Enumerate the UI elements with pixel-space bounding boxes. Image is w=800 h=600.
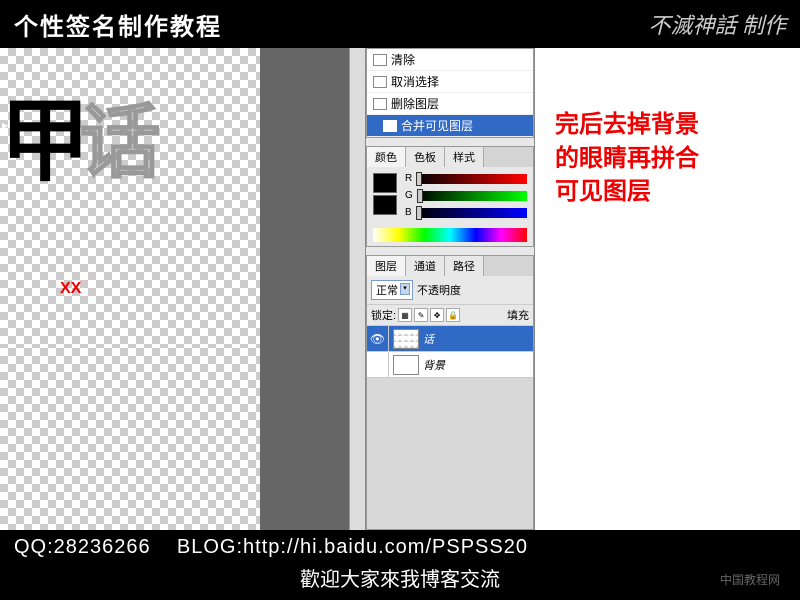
main-area: 甲 话 XX 清除 取消选择 删除图层 ▶ 合并可见图层 [0,48,800,530]
footer-bar: QQ:28236266 BLOG:http://hi.baidu.com/PSP… [0,530,800,600]
qq-number: 28236266 [54,536,151,558]
menu-label: 取消选择 [391,73,439,90]
canvas-empty-area [0,348,260,530]
color-body: R G B [367,167,533,224]
play-icon: ▶ [2,121,8,130]
layer-row[interactable]: 背景 [367,352,533,378]
slider-thumb[interactable] [417,189,423,203]
watermark: 中国教程网 [720,571,780,588]
background-swatch[interactable] [373,195,397,215]
layers-panel: 图层 通道 路径 正常 ▾ 不透明度 锁定: ▦ ✎ ✥ 🔒 填充 [366,255,534,530]
layer-name: 背景 [423,357,533,373]
chevron-down-icon: ▾ [400,283,410,295]
lock-move-icon[interactable]: ✥ [430,308,444,322]
blend-mode-select[interactable]: 正常 ▾ [371,280,413,300]
document-icon [373,54,387,66]
rgb-sliders: R G B [405,173,527,218]
blog-url: http://hi.baidu.com/PSPSS20 [243,536,528,558]
slider-r[interactable]: R [405,173,527,184]
color-panel-tabs: 颜色 色板 样式 [367,147,533,167]
menu-item-merge-visible[interactable]: ▶ 合并可见图层 [367,115,533,137]
opacity-label: 不透明度 [417,282,461,298]
slider-thumb[interactable] [416,206,422,220]
hue-spectrum[interactable] [373,228,527,242]
slider-track[interactable] [416,174,527,184]
tab-styles[interactable]: 样式 [445,147,484,167]
canvas[interactable]: 甲 话 XX [0,48,260,348]
slider-thumb[interactable] [416,172,422,186]
annotation-area: 完后去掉背景 的眼睛再拼合 可见图层 [535,48,800,530]
layer-list: 👁 话 背景 [367,326,533,529]
layer-thumbnail[interactable] [393,329,419,349]
foreground-swatch[interactable] [373,173,397,193]
tab-color[interactable]: 颜色 [367,147,406,167]
canvas-area: 甲 话 XX [0,48,365,530]
vertical-scrollbar[interactable] [349,48,365,530]
lock-controls: 锁定: ▦ ✎ ✥ 🔒 填充 [367,304,533,326]
menu-label: 清除 [391,51,415,68]
slider-track[interactable] [416,208,527,218]
annotation-line: 可见图层 [555,175,780,209]
artwork-glyph-2: 话 [80,78,160,194]
xx-marker: XX [60,280,81,298]
menu-label: 合并可见图层 [401,117,473,134]
panels-column: 清除 取消选择 删除图层 ▶ 合并可见图层 颜色 色板 样式 [365,48,535,530]
document-icon [373,76,387,88]
contact-line: QQ:28236266 BLOG:http://hi.baidu.com/PSP… [14,536,786,559]
lock-transparency-icon[interactable]: ▦ [398,308,412,322]
blog-label: BLOG: [177,536,243,558]
menu-item-deselect[interactable]: 取消选择 [367,71,533,93]
layer-row[interactable]: 👁 话 [367,326,533,352]
tab-swatches[interactable]: 色板 [406,147,445,167]
visibility-eye-icon[interactable] [367,352,389,377]
annotation-line: 的眼睛再拼合 [555,142,780,176]
menu-label: 删除图层 [391,95,439,112]
menu-item-clear[interactable]: 清除 [367,49,533,71]
lock-label: 锁定: [371,307,396,323]
document-icon [373,98,387,110]
lock-all-icon[interactable]: 🔒 [446,308,460,322]
lock-brush-icon[interactable]: ✎ [414,308,428,322]
document-icon [383,120,397,132]
color-panel: 颜色 色板 样式 R G [366,146,534,247]
qq-label: QQ: [14,536,54,558]
slider-g[interactable]: G [405,190,527,201]
slider-b[interactable]: B [405,207,527,218]
channel-label: G [405,190,413,201]
fg-bg-swatches[interactable] [373,173,397,218]
header-bar: 个性签名制作教程 不滅神話 制作 [0,0,800,48]
layers-panel-tabs: 图层 通道 路径 [367,256,533,276]
slider-track[interactable] [417,191,527,201]
tab-layers[interactable]: 图层 [367,256,406,276]
menu-item-delete-layer[interactable]: 删除图层 [367,93,533,115]
welcome-text: 歡迎大家來我博客交流 [14,563,786,592]
page-title: 个性签名制作教程 [14,7,222,42]
layer-name: 话 [423,331,533,347]
tab-channels[interactable]: 通道 [406,256,445,276]
annotation-line: 完后去掉背景 [555,108,780,142]
artwork-glyph-1: 甲 [0,68,90,198]
blend-mode-value: 正常 [376,285,398,297]
channel-label: B [405,207,412,218]
channel-label: R [405,173,412,184]
layer-controls: 正常 ▾ 不透明度 [367,276,533,304]
layer-thumbnail[interactable] [393,355,419,375]
visibility-eye-icon[interactable]: 👁 [367,326,389,351]
tab-paths[interactable]: 路径 [445,256,484,276]
brand-logo: 不滅神話 制作 [648,8,786,40]
annotation-text: 完后去掉背景 的眼睛再拼合 可见图层 [555,108,780,209]
context-menu: 清除 取消选择 删除图层 ▶ 合并可见图层 [366,48,534,138]
fill-label: 填充 [507,307,529,323]
